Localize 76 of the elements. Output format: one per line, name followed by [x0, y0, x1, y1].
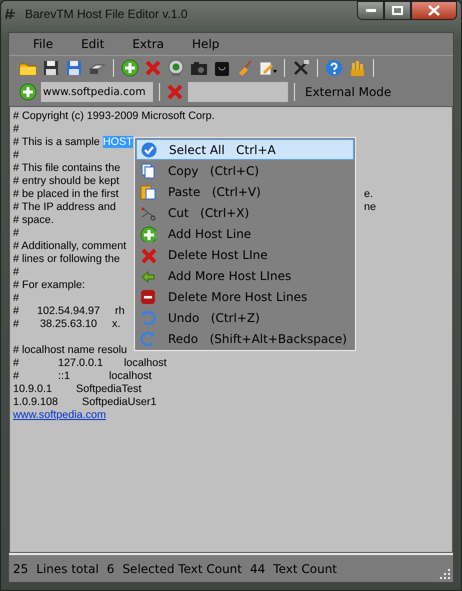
text-line: # [13, 266, 20, 278]
selected-text: HOST [102, 136, 133, 148]
text-line: 1.0.9.108 SoftpediaUser1 [13, 396, 156, 408]
text-line: # localhost name resolu [13, 344, 128, 356]
text-line: # entry should be kept [13, 175, 120, 187]
scissors-icon [140, 204, 156, 220]
menu-item[interactable]: Delete Host LIne [136, 244, 354, 265]
text-line: # [13, 292, 20, 304]
status-label: Selected Text Count [122, 562, 242, 576]
menu-item[interactable]: Undo (Ctrl+Z) [136, 307, 354, 328]
notepad-icon[interactable] [259, 59, 277, 77]
status-count: 44 [250, 562, 266, 576]
text-line: # [13, 149, 20, 161]
text-line: # This file contains the [13, 162, 120, 174]
menu-item[interactable]: File [25, 35, 62, 53]
close-button[interactable] [411, 1, 457, 20]
text-line: # The IP address and [13, 201, 116, 213]
menu-item[interactable]: Edit [73, 35, 112, 53]
minimize-icon [366, 8, 376, 12]
close-icon [428, 5, 440, 16]
text-line: # space. [13, 214, 54, 226]
maximize-button[interactable] [384, 1, 411, 20]
status-label: Lines total [36, 562, 99, 576]
resize-grip-icon[interactable] [440, 569, 450, 579]
menu-item[interactable]: Add More Host LInes [136, 265, 354, 286]
menu-item[interactable]: Copy (Ctrl+C) [136, 160, 354, 181]
minimize-button[interactable] [357, 1, 384, 20]
input-field[interactable] [188, 82, 288, 102]
status-count: 25 [13, 562, 28, 576]
menu-item[interactable]: Delete More Host Lines [136, 286, 354, 307]
add-icon[interactable] [121, 59, 139, 77]
text-line: # For example: [13, 279, 86, 291]
menu-item[interactable]: Cut (Ctrl+X) [136, 202, 354, 223]
text-line: ne [364, 201, 376, 214]
text-line: # lines or following the [13, 253, 120, 265]
add-icon [140, 226, 156, 242]
menu-item[interactable]: Add Host Line [136, 223, 354, 244]
mode-label: External Mode [305, 85, 392, 99]
text-line: # ::1 localhost [13, 370, 152, 382]
text-line: 10.9.0.1 SoftpediaTest [13, 383, 142, 395]
host-field[interactable]: www.softpedia.com [41, 82, 153, 102]
bag-icon[interactable] [213, 59, 231, 77]
camera-icon[interactable] [190, 59, 208, 77]
text-line: # [13, 123, 20, 135]
menu-item[interactable]: Paste (Ctrl+V) [136, 181, 354, 202]
text-line: # Additionally, comment [13, 240, 126, 252]
text-line: # 127.0.0.1 localhost [13, 357, 167, 369]
minus-icon [140, 288, 156, 304]
delete-icon [140, 246, 156, 262]
status-count: 6 [106, 562, 114, 576]
status-label: Text Count [273, 562, 338, 576]
link[interactable]: www.softpedia.com [13, 409, 106, 421]
text-line: # This is a sample [13, 136, 101, 148]
text-editor[interactable] [9, 106, 453, 553]
text-line: # [13, 227, 20, 239]
redo-icon [140, 330, 156, 346]
menu-item[interactable]: Help [184, 35, 228, 53]
floppy-icon[interactable] [42, 59, 60, 77]
text-line: # 38.25.63.10 x. [13, 318, 120, 330]
paste-icon [140, 184, 156, 200]
text-line: e. [364, 188, 374, 201]
text-line: # Copyright (c) 1993-2009 Microsoft Corp. [13, 110, 215, 122]
text-line: # be placed in the first [13, 188, 119, 200]
text-line: # 102.54.94.97 rh [13, 305, 125, 317]
webcam-icon[interactable] [167, 59, 185, 77]
tools-icon[interactable] [292, 59, 310, 77]
add-icon[interactable] [19, 83, 37, 101]
menu-item[interactable]: Redo (Shift+Alt+Backspace) [136, 328, 354, 349]
maximize-icon [392, 6, 403, 15]
help-icon[interactable] [325, 59, 343, 77]
menu-item[interactable]: Extra [124, 35, 172, 53]
undo-icon [140, 310, 156, 326]
check-icon [141, 142, 157, 158]
window-title: BarevTM Host File Editor v.1.0 [25, 7, 188, 21]
copy-icon [140, 162, 156, 178]
menu-item[interactable]: Select All Ctrl+A [136, 139, 354, 160]
